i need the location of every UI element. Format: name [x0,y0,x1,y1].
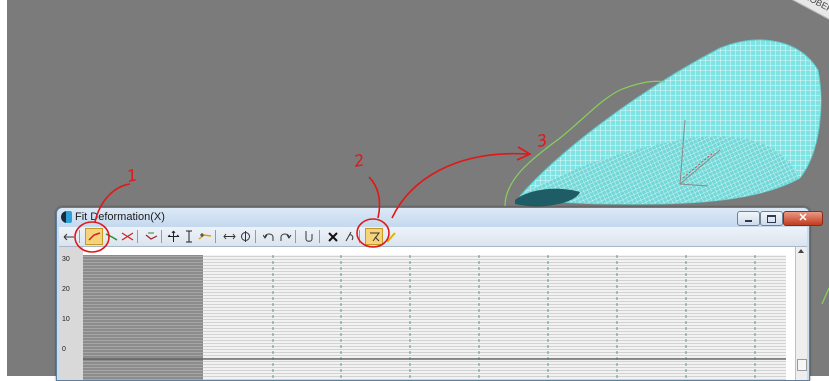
maximize-icon [767,215,776,223]
scale-control-point-icon [186,230,192,243]
move-control-point-button[interactable] [165,229,181,244]
toolbar-separator [319,230,320,243]
lock-aspect-icon [386,231,396,243]
toolbar-separator [359,230,360,243]
window-title: Fit Deformation(X) [75,211,165,223]
mirror-horizontally-icon [240,231,250,242]
display-x-axis-icon [105,233,117,241]
toolbar-separator [215,230,216,243]
ruler-label: 30 [62,256,70,263]
delete-curve-button[interactable] [301,229,317,244]
vertical-scrollbar[interactable] [795,247,807,380]
toolbar-separator [161,230,162,243]
toolbar-separator [137,230,138,243]
value-ruler: 30 20 10 0 [59,247,84,380]
swap-deform-curves-button[interactable] [143,229,159,244]
scroll-thumb[interactable] [797,359,807,371]
shape-spline [821,287,829,305]
move-control-point-icon [167,230,179,242]
make-symmetrical-button[interactable] [85,228,103,245]
get-shape-button[interactable] [341,229,357,244]
make-symmetrical-icon [87,232,100,241]
reset-curve-button[interactable] [325,229,341,244]
toolbar-separator [295,230,296,243]
get-shape-icon [345,231,353,242]
graph-shaded-region [83,255,203,380]
insert-corner-point-icon [198,232,212,240]
rotate-90-cw-button[interactable] [277,229,293,244]
fit-deformation-window: Fit Deformation(X) ✕ 30 20 10 0 [56,207,823,381]
insert-corner-point-button[interactable] [197,229,213,244]
snap-icon [63,233,74,240]
minimize-button[interactable] [737,211,760,226]
rotate-90-ccw-icon [262,233,273,241]
ruler-label: 20 [62,286,70,293]
deformation-graph[interactable]: 30 20 10 0 [59,247,807,380]
close-button[interactable]: ✕ [783,211,823,226]
ruler-label: 0 [62,346,66,353]
app-logo-icon [61,211,72,223]
mirror-horizontally-button[interactable] [237,229,253,244]
toolbar-separator [255,230,256,243]
lock-aspect-button[interactable] [383,229,399,244]
display-xy-axes-button[interactable] [119,229,135,244]
generate-path-icon [369,232,380,241]
toolbar [59,227,807,247]
rotate-90-ccw-button[interactable] [261,229,277,244]
minimize-icon [745,220,752,222]
generate-path-button[interactable] [365,228,383,245]
display-x-axis-button[interactable] [103,229,119,244]
maximize-button[interactable] [760,211,783,226]
snap-button[interactable] [61,229,77,244]
rotate-90-cw-icon [280,233,291,241]
graph-canvas[interactable] [83,247,796,380]
reset-curve-icon [328,231,338,242]
scroll-up-arrow-icon[interactable] [798,249,804,253]
ruler-label: 10 [62,316,70,323]
display-xy-axes-icon [121,232,133,241]
delete-control-point-button[interactable] [221,229,237,244]
close-icon: ✕ [798,212,808,224]
title-bar[interactable]: Fit Deformation(X) ✕ [57,208,823,227]
delete-curve-icon [305,231,313,242]
swap-deform-curves-icon [145,232,157,240]
delete-control-point-icon [222,233,236,240]
scale-control-point-button[interactable] [181,229,197,244]
toolbar-separator [79,230,80,243]
